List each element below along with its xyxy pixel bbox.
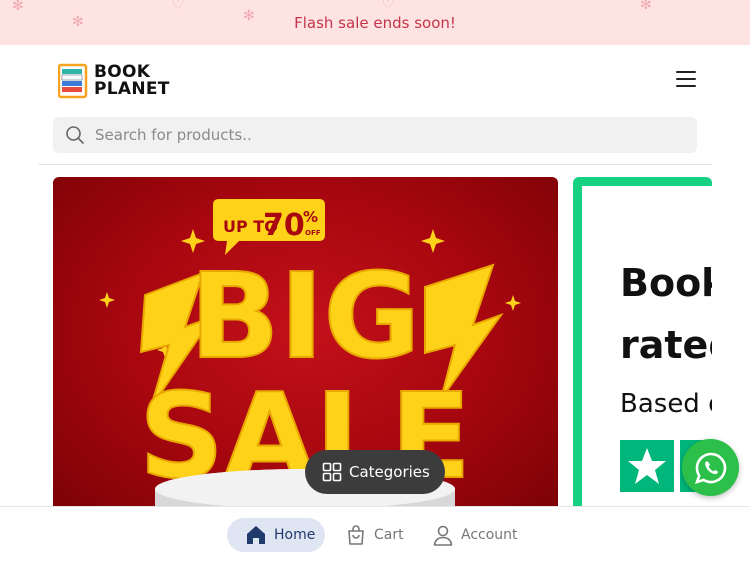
announcement-text: Flash sale ends soon! bbox=[294, 13, 456, 32]
badge-percent-symbol: % bbox=[303, 208, 318, 226]
search-input[interactable] bbox=[95, 126, 697, 144]
nav-label-account: Account bbox=[461, 527, 518, 543]
star-icon bbox=[620, 440, 674, 492]
headline-big: BIG bbox=[190, 247, 421, 385]
header-divider bbox=[38, 164, 712, 165]
categories-button[interactable]: Categories bbox=[305, 450, 445, 494]
snowflake-icon: ✻ bbox=[243, 8, 255, 24]
grid-icon bbox=[322, 462, 342, 482]
logo-text: BOOK PLANET bbox=[94, 64, 170, 98]
logo-line2: PLANET bbox=[94, 79, 170, 99]
home-icon bbox=[247, 526, 265, 544]
snowflake-icon: ✻ bbox=[72, 14, 84, 30]
nav-item-home[interactable]: Home bbox=[227, 518, 325, 552]
logo[interactable]: BOOK PLANET bbox=[58, 62, 170, 100]
search-icon bbox=[66, 126, 84, 144]
whatsapp-icon bbox=[694, 452, 726, 484]
reviews-line2: rated bbox=[620, 323, 712, 367]
snowflake-icon: ✻ bbox=[12, 0, 24, 14]
nav-item-cart[interactable]: Cart bbox=[345, 518, 404, 552]
bottom-navigation: Home Cart Account bbox=[0, 506, 750, 563]
hamburger-menu-icon[interactable] bbox=[676, 71, 696, 89]
cart-icon bbox=[348, 525, 364, 545]
balloon-icon: ♡ bbox=[382, 0, 395, 13]
snowflake-icon: ✻ bbox=[640, 0, 652, 13]
search-bar[interactable] bbox=[53, 117, 697, 153]
user-icon bbox=[433, 525, 453, 546]
reviews-line3: Based on bbox=[620, 389, 712, 419]
badge-percent-text: 70 bbox=[263, 208, 305, 243]
whatsapp-button[interactable] bbox=[682, 439, 739, 496]
nav-label-cart: Cart bbox=[374, 527, 404, 543]
nav-label-home: Home bbox=[274, 527, 316, 543]
categories-label: Categories bbox=[349, 463, 430, 481]
reviews-line1: Book bbox=[620, 261, 712, 305]
nav-item-account[interactable]: Account bbox=[432, 518, 518, 552]
book-stack-logo-icon bbox=[58, 63, 88, 99]
header: BOOK PLANET bbox=[38, 45, 712, 165]
badge-off-text: OFF bbox=[305, 229, 321, 237]
announcement-bar: ✻ ✻ ♡ ✻ ♡ ✻ Flash sale ends soon! bbox=[0, 0, 750, 45]
balloon-icon: ♡ bbox=[172, 0, 185, 13]
